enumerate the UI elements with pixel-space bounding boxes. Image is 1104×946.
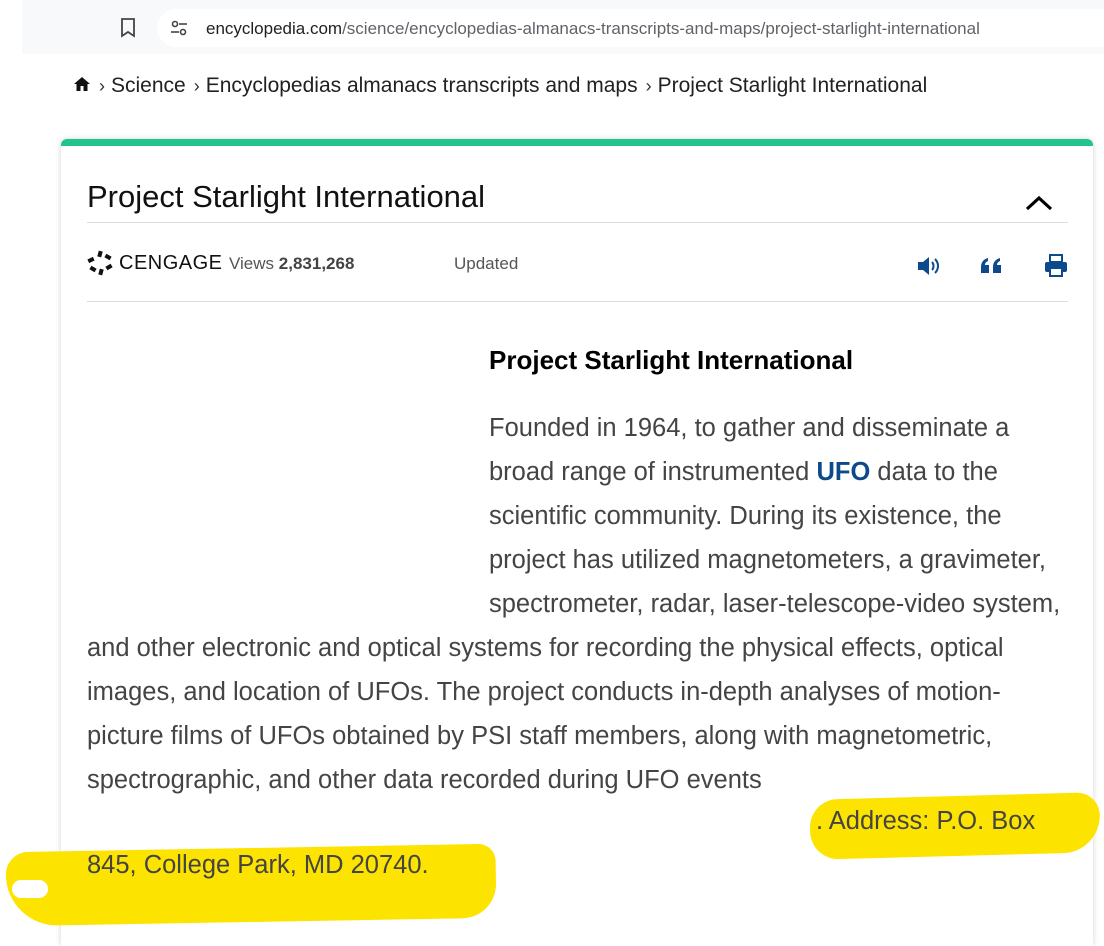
cengage-mark-icon (87, 250, 113, 276)
image-placeholder (87, 406, 489, 626)
divider (87, 301, 1068, 302)
url-path: /science/encyclopedias-almanacs-transcri… (342, 19, 980, 38)
views-label: Views (229, 254, 275, 273)
article-heading: Project Starlight International (489, 345, 854, 375)
article-meta: CENGAGE Views 2,831,268 Updated (87, 250, 1068, 280)
address-bar[interactable]: encyclopedia.com/science/encyclopedias-a… (157, 9, 1104, 47)
ufo-link[interactable]: UFO (816, 458, 870, 486)
breadcrumb-science[interactable]: Science (111, 74, 186, 98)
speaker-icon[interactable] (915, 253, 941, 279)
tune-icon[interactable] (169, 19, 189, 37)
article-body: Founded in 1964, to gather and dissemina… (87, 406, 1069, 846)
breadcrumb-current[interactable]: Project Starlight International (658, 74, 928, 98)
address-line-2: 845, College Park, MD 20740. (87, 851, 429, 879)
print-icon[interactable] (1043, 253, 1069, 279)
home-icon[interactable] (73, 74, 91, 98)
card-title: Project Starlight International (87, 179, 486, 214)
bookmark-icon[interactable] (118, 16, 138, 40)
breadcrumb-encyclopedias[interactable]: Encyclopedias almanacs transcripts and m… (206, 74, 638, 98)
chevron-right-icon: › (99, 75, 105, 96)
url-host: encyclopedia.com (206, 19, 343, 38)
chevron-right-icon: › (193, 75, 200, 96)
url-text[interactable]: encyclopedia.com/science/encyclopedias-a… (206, 19, 980, 39)
window-edge (0, 0, 22, 930)
breadcrumb: › Science › Encyclopedias almanacs trans… (73, 74, 927, 98)
chevron-up-icon (1025, 195, 1053, 211)
cengage-logo: CENGAGE (87, 250, 223, 276)
chevron-right-icon: › (645, 75, 652, 96)
divider (87, 222, 1068, 223)
updated-label: Updated (454, 254, 519, 273)
quote-icon[interactable] (979, 253, 1005, 279)
address-line-1: . Address: P.O. Box (816, 807, 1036, 835)
publisher-name: CENGAGE (119, 251, 223, 274)
collapse-button[interactable] (1022, 191, 1056, 215)
views-number: 2,831,268 (278, 254, 355, 273)
highlight-gap (12, 880, 48, 898)
views-count: Views 2,831,268 (229, 254, 354, 274)
